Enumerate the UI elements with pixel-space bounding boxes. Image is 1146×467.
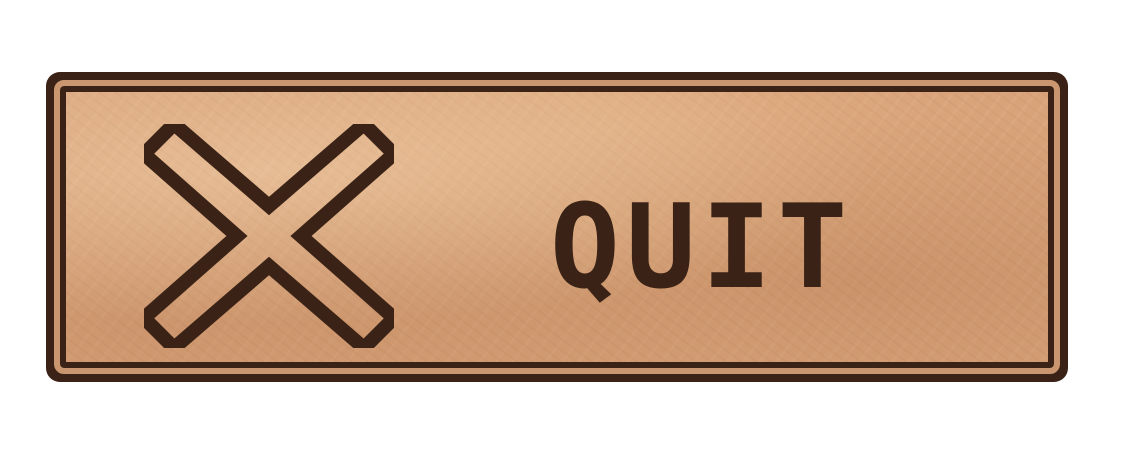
quit-button[interactable]: QUIT: [46, 72, 1068, 382]
quit-label: QUIT: [550, 180, 854, 315]
close-icon: [144, 124, 394, 348]
quit-button-face: QUIT: [54, 80, 1060, 374]
